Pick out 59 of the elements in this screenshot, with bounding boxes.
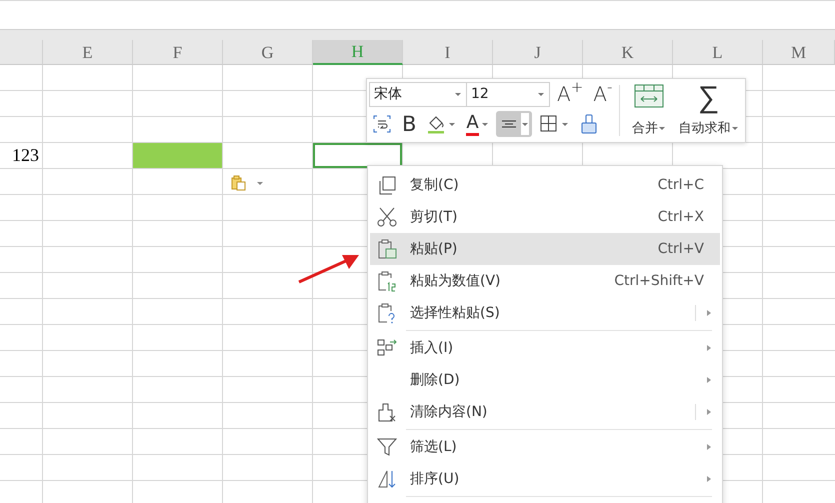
border-icon [538,114,559,134]
table-cell[interactable]: 123 [0,143,43,169]
column-header[interactable]: I [403,40,493,65]
sort-icon [376,468,398,490]
font-name: 宋体 [374,84,402,104]
submenu-arrow-icon [706,309,712,317]
filter-icon [376,436,398,458]
menu-item[interactable]: 选择性粘贴(S) [370,297,720,329]
menu-item[interactable]: 筛选(L) [370,431,720,463]
submenu-arrow-icon [706,475,712,483]
scissors-icon [376,206,398,228]
submenu-arrow-icon [706,344,712,352]
submenu-arrow-icon [706,376,712,384]
caret-icon [480,121,489,127]
caret-icon [658,124,666,131]
caret-icon [730,124,739,131]
caret-icon [537,91,545,97]
clipboard-icon [376,238,398,260]
fill-color-icon [426,114,446,134]
caret-icon [454,91,462,97]
merge-cells-icon [634,83,664,109]
filled-cell[interactable] [133,143,223,169]
font-size-dropdown[interactable]: 12 [467,82,550,106]
align-center-icon [502,120,516,128]
menu-item[interactable]: 删除(D) [370,364,720,396]
menu-item[interactable]: 排序(U) [370,463,720,495]
column-header[interactable]: K [583,40,673,65]
menu-item[interactable]: 复制(C) Ctrl+C [370,169,720,201]
menu-item[interactable]: 清除内容(N) [370,396,720,428]
column-header[interactable]: M [763,40,835,65]
align-center-button[interactable] [496,111,532,137]
caret-icon [560,121,569,127]
column-header[interactable]: J [493,40,583,65]
caret-icon [520,113,529,135]
menu-item[interactable]: 粘贴(P) Ctrl+V [370,233,720,265]
submenu-arrow-icon [706,408,712,416]
wrap-text-icon [372,114,392,134]
column-header[interactable]: G [223,40,313,65]
increase-font-button[interactable]: A$^{+}$ [554,81,586,107]
merge-button[interactable]: 合并 [624,81,674,140]
font-size-value: 12 [471,84,489,104]
column-header[interactable]: F [133,40,223,65]
submenu-arrow-icon [706,443,712,451]
eraser-icon [376,401,398,423]
font-color-button[interactable]: A [463,111,492,137]
autosum-button[interactable]: ∑ 自动求和 [674,81,743,140]
column-header[interactable]: E [43,40,133,65]
bold-button[interactable]: B [399,111,420,137]
sum-symbol: ∑ [698,83,720,113]
menu-item[interactable]: 剪切(T) Ctrl+X [370,201,720,233]
decrease-font-button[interactable]: A$^{-}$ [590,81,616,107]
caret-icon [448,121,456,127]
font-dropdown[interactable]: 宋体 [369,82,467,106]
column-header[interactable]: L [673,40,763,65]
menu-item[interactable]: 粘贴为数值(V) Ctrl+Shift+V [370,265,720,297]
format-painter-icon [578,114,599,134]
selected-cell[interactable] [313,143,403,169]
clipboard-number-icon [376,270,398,292]
menu-item[interactable]: 插入(I) [370,332,720,364]
